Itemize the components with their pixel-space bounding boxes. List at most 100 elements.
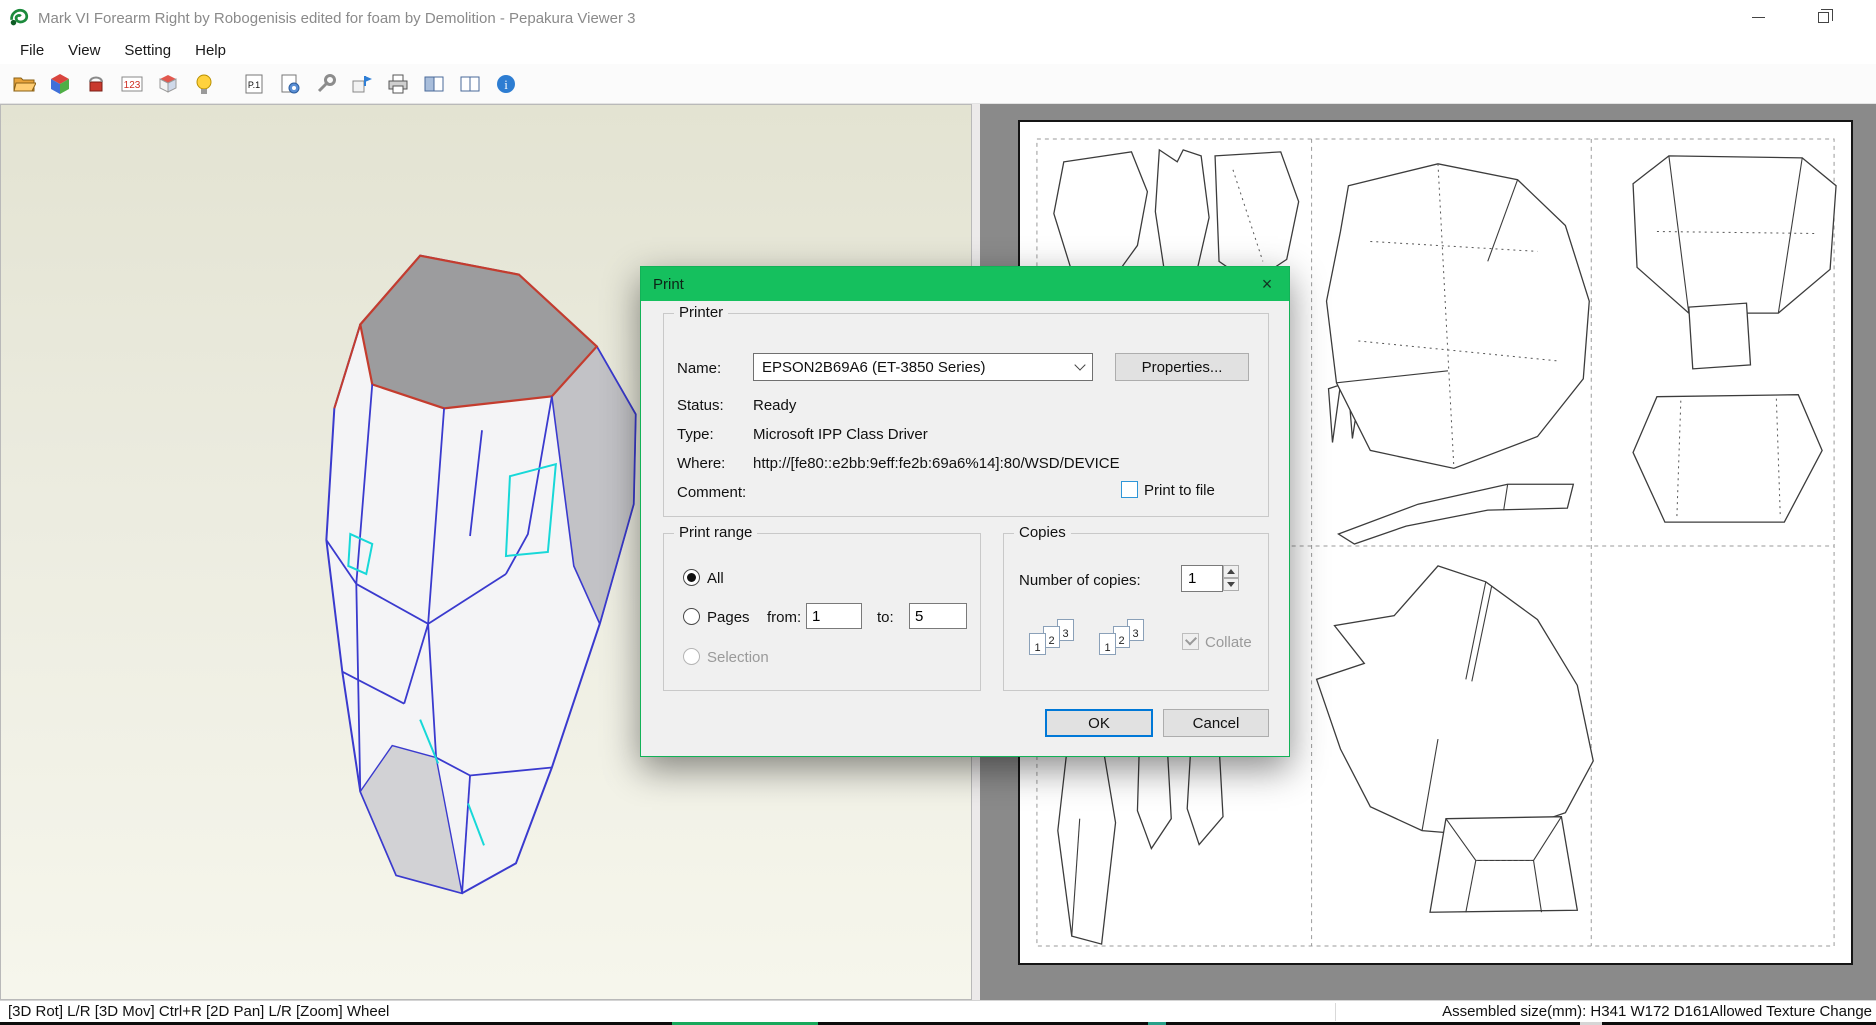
menu-help[interactable]: Help — [183, 39, 238, 62]
spin-down-button[interactable] — [1223, 578, 1239, 591]
restore-button[interactable] — [1800, 0, 1846, 34]
print-range-group-label: Print range — [674, 524, 758, 541]
ok-button[interactable]: OK — [1045, 709, 1153, 737]
printer-type-value: Microsoft IPP Class Driver — [753, 426, 928, 443]
cube-glyph — [51, 73, 69, 94]
range-all-radio[interactable] — [683, 569, 700, 586]
spin-up-icon — [1227, 569, 1235, 574]
printer-glyph — [388, 74, 408, 93]
show-3d-cube-icon[interactable] — [44, 69, 76, 99]
restore-icon — [1817, 8, 1833, 23]
printer-comment-label: Comment: — [677, 484, 747, 501]
properties-button-label: Properties... — [1141, 358, 1223, 376]
pages-to-input[interactable] — [909, 603, 967, 629]
edge-id-glyph: 123 — [121, 76, 143, 91]
pattern-piece — [1429, 816, 1579, 913]
model-face-top — [359, 254, 599, 410]
printer-where-value: http://[fe80::e2bb:9eff:fe2b:69a6%14]:80… — [753, 455, 1120, 472]
print-setting-icon[interactable] — [274, 69, 306, 99]
app-logo-icon — [10, 8, 29, 26]
pattern-piece — [1315, 565, 1594, 838]
cancel-button-label: Cancel — [1192, 714, 1240, 732]
printer-where-label: Where: — [677, 455, 726, 472]
pattern-piece — [1136, 742, 1172, 850]
layout-left-glyph — [424, 76, 444, 91]
range-all-label: All — [707, 570, 724, 587]
light-icon[interactable] — [188, 69, 220, 99]
wrench-glyph — [317, 73, 336, 92]
layout-both-glyph — [460, 76, 480, 91]
menubar: File View Setting Help — [0, 36, 1876, 64]
titlebar[interactable]: Mark VI Forearm Right by Robogenisis edi… — [0, 0, 1876, 36]
flaps-glyph — [159, 74, 177, 93]
print-to-file-label: Print to file — [1144, 482, 1215, 499]
copies-input[interactable] — [1181, 565, 1223, 592]
statusbar: [3D Rot] L/R [3D Mov] Ctrl+R [2D Pan] L/… — [0, 1000, 1876, 1022]
pick-part-icon[interactable] — [346, 69, 378, 99]
flaps-cube-icon[interactable] — [152, 69, 184, 99]
menu-setting[interactable]: Setting — [112, 39, 183, 62]
bulb-glyph — [196, 74, 212, 94]
layout-both-icon[interactable] — [454, 69, 486, 99]
print-dialog-titlebar[interactable]: Print × — [641, 267, 1289, 301]
assembled-size: Assembled size(mm): H341 W172 D161 — [1442, 1003, 1710, 1020]
pattern-piece — [1325, 163, 1590, 470]
copies-spinner — [1181, 565, 1239, 592]
minimize-button[interactable] — [1735, 0, 1781, 34]
range-selection-label: Selection — [707, 649, 769, 666]
printer-name-select[interactable]: EPSON2B69A6 (ET-3850 Series) — [753, 353, 1093, 381]
toolbar: 123 P.1 i — [0, 64, 1876, 104]
pages-to-label: to: — [877, 609, 894, 626]
pattern-piece — [1214, 151, 1300, 285]
printer-group-label: Printer — [674, 304, 729, 321]
range-selection-radio[interactable] — [683, 648, 700, 665]
status-size-info: Assembled size(mm): H341 W172 D161Allowe… — [1442, 1003, 1872, 1020]
texture-paint-icon[interactable] — [80, 69, 112, 99]
info-icon[interactable]: i — [490, 69, 522, 99]
wrench-icon[interactable] — [310, 69, 342, 99]
menu-view[interactable]: View — [56, 39, 112, 62]
pattern-piece — [1337, 483, 1575, 545]
minimize-icon — [1751, 16, 1765, 18]
status-hints: [3D Rot] L/R [3D Mov] Ctrl+R [2D Pan] L/… — [8, 1003, 390, 1020]
svg-text:i: i — [504, 77, 508, 92]
copies-number-label: Number of copies: — [1019, 572, 1141, 589]
printer-status-label: Status: — [677, 397, 724, 414]
pages-from-input[interactable] — [806, 603, 862, 629]
range-pages-radio[interactable] — [683, 608, 700, 625]
edge-id-icon[interactable]: 123 — [116, 69, 148, 99]
properties-button[interactable]: Properties... — [1115, 353, 1249, 381]
chevron-down-icon — [1068, 354, 1092, 380]
window-title: Mark VI Forearm Right by Robogenisis edi… — [38, 9, 636, 27]
print-to-file-checkbox[interactable] — [1121, 481, 1138, 498]
copies-group: Copies — [1003, 524, 1269, 691]
printer-status-value: Ready — [753, 397, 797, 414]
cancel-button[interactable]: Cancel — [1163, 709, 1269, 737]
menu-file[interactable]: File — [8, 39, 56, 62]
folder-glyph — [13, 77, 36, 91]
page-gear-glyph — [281, 74, 300, 93]
spin-up-button[interactable] — [1223, 565, 1239, 578]
page-number-icon[interactable]: P.1 — [238, 69, 270, 99]
collate-checkbox[interactable] — [1182, 633, 1199, 650]
svg-text:123: 123 — [124, 80, 141, 91]
close-icon: × — [1261, 273, 1273, 294]
printer-name-value: EPSON2B69A6 (ET-3850 Series) — [762, 358, 986, 376]
ok-button-label: OK — [1088, 714, 1110, 732]
svg-text:P.1: P.1 — [248, 80, 260, 90]
pages-from-label: from: — [767, 609, 802, 626]
spin-down-icon — [1227, 582, 1235, 587]
pattern-piece — [1057, 742, 1117, 945]
layout-left-icon[interactable] — [418, 69, 450, 99]
printer-name-label: Name: — [677, 360, 722, 377]
copies-group-label: Copies — [1014, 524, 1071, 541]
close-button[interactable]: × — [1245, 267, 1289, 301]
collate-label: Collate — [1205, 634, 1252, 651]
status-divider — [1335, 1003, 1336, 1021]
range-pages-label: Pages — [707, 609, 750, 626]
p1-glyph: P.1 — [245, 74, 263, 93]
open-file-icon[interactable] — [8, 69, 40, 99]
pattern-piece — [1632, 394, 1823, 523]
print-icon[interactable] — [382, 69, 414, 99]
pattern-piece — [1688, 302, 1752, 370]
